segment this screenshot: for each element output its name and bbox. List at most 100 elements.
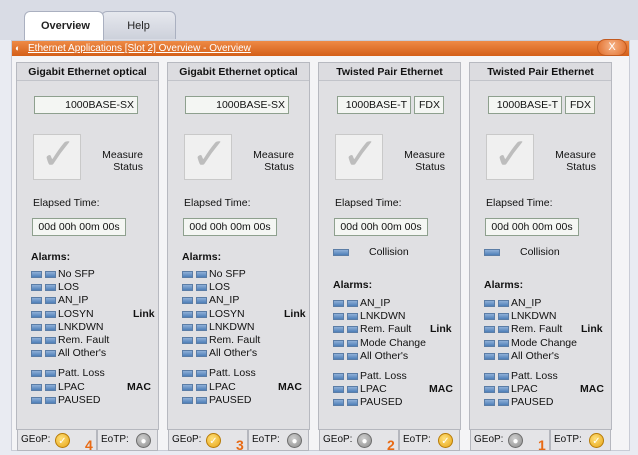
alarm-led (347, 386, 358, 394)
mode-field: 1000BASE-SX (34, 96, 138, 114)
alarm-led (333, 313, 344, 321)
duplex-field: FDX (414, 96, 444, 114)
checkmark-icon: ✓ (191, 130, 228, 179)
close-button[interactable]: X (597, 39, 627, 56)
eotp-box: EoTP: ● (97, 429, 158, 451)
alarm-led (484, 339, 495, 347)
alarm-led (333, 373, 344, 380)
column-header: Gigabit Ethernet optical (168, 63, 309, 81)
tab-help[interactable]: Help (101, 11, 176, 39)
alarm-led (498, 313, 509, 321)
slot-number: 3 (236, 437, 244, 453)
geop-label: GEoP: (21, 434, 51, 445)
eotp-status-icon[interactable]: ✓ (438, 433, 453, 448)
alarm-led (182, 284, 193, 292)
column-footer: GEoP: ✓ 4 EoTP: ● (17, 429, 158, 453)
measure-status-label: Measure Status (102, 149, 143, 173)
alarm-led (31, 271, 42, 278)
alarm-led (347, 326, 358, 334)
alarm-led (347, 399, 358, 407)
duplex-field: FDX (565, 96, 595, 114)
alarm-led (45, 297, 56, 305)
alarm-led (31, 297, 42, 305)
alarm-label: LNKDWN (511, 310, 557, 323)
alarm-led (333, 326, 344, 334)
alarm-label: LNKDWN (360, 310, 406, 323)
alarms-title: Alarms: (333, 279, 373, 291)
eotp-status-icon[interactable]: ● (136, 433, 151, 448)
mac-group-label: MAC (580, 383, 604, 396)
column-header: Twisted Pair Ethernet (470, 63, 611, 81)
alarm-led (45, 383, 56, 391)
alarm-label: Rem. Fault (360, 323, 412, 336)
alarm-label: LNKDWN (209, 320, 255, 333)
alarm-led (196, 370, 207, 378)
alarm-label: PAUSED (511, 396, 554, 409)
alarm-label: LOS (209, 281, 231, 294)
column-1: Gigabit Ethernet optical 1000BASE-SX ✓ Meas… (16, 62, 159, 453)
alarm-led (196, 310, 207, 318)
alarms-title: Alarms: (182, 251, 222, 263)
alarm-label: Rem. Fault (209, 334, 261, 346)
alarm-led (498, 386, 509, 394)
alarm-led (484, 386, 495, 394)
alarm-label: All Other's (511, 349, 560, 362)
alarm-label: LNKDWN (58, 320, 104, 333)
alarm-label: Mode Change (511, 336, 577, 349)
column-footer: GEoP: ✓ 3 EoTP: ● (168, 429, 309, 453)
alarms-title: Alarms: (484, 279, 524, 291)
tab-overview[interactable]: Overview (24, 11, 104, 40)
column-header: Twisted Pair Ethernet (319, 63, 460, 81)
mode-field: 1000BASE-T (337, 96, 411, 114)
alarm-led (498, 373, 509, 380)
measure-status-icon: ✓ (184, 130, 232, 180)
measure-status-label: Measure Status (555, 149, 596, 173)
measure-status-icon: ✓ (335, 130, 383, 180)
alarm-label: No SFP (209, 268, 246, 280)
alarm-label: PAUSED (360, 396, 403, 409)
alarm-label: All Other's (58, 347, 107, 360)
geop-status-icon[interactable]: ● (508, 433, 523, 448)
alarm-led (31, 284, 42, 292)
eotp-status-icon[interactable]: ✓ (589, 433, 604, 448)
mode-field: 1000BASE-T (488, 96, 562, 114)
window-titlebar: ◐ Ethernet Applications [Slot 2] Overvie… (12, 39, 629, 56)
geop-status-icon[interactable]: ✓ (55, 433, 70, 448)
column-footer: GEoP: ● 2 EoTP: ✓ (319, 429, 460, 453)
alarm-led (45, 350, 56, 358)
alarm-label: No SFP (58, 268, 95, 280)
alarm-label: PAUSED (58, 393, 101, 406)
link-group-label: Link (430, 323, 452, 336)
column-header: Gigabit Ethernet optical (17, 63, 158, 81)
link-group-label: Link (581, 323, 603, 336)
alarm-led (45, 271, 56, 278)
alarm-led (498, 326, 509, 334)
elapsed-time-label: Elapsed Time: (184, 197, 251, 209)
alarm-led (182, 350, 193, 358)
slot-number: 1 (538, 437, 546, 453)
link-group-label: Link (133, 307, 155, 320)
alarm-led (31, 310, 42, 318)
eotp-box: EoTP: ● (248, 429, 309, 451)
alarm-led (31, 383, 42, 391)
geop-status-icon[interactable]: ● (357, 433, 372, 448)
alarm-led (182, 383, 193, 391)
mac-group-label: MAC (278, 380, 302, 393)
alarm-label: AN_IP (511, 297, 542, 309)
alarm-led (196, 383, 207, 391)
geop-status-icon[interactable]: ✓ (206, 433, 221, 448)
eotp-status-icon[interactable]: ● (287, 433, 302, 448)
measure-status-label: Measure Status (253, 149, 294, 173)
alarm-led (333, 339, 344, 347)
alarm-led (182, 310, 193, 318)
link-group-label: Link (284, 307, 306, 320)
alarm-led (196, 284, 207, 292)
slot-number: 2 (387, 437, 395, 453)
measure-status-icon: ✓ (33, 130, 81, 180)
alarm-led (333, 399, 344, 407)
mac-group-label: MAC (429, 383, 453, 396)
overview-window: ◐ Ethernet Applications [Slot 2] Overvie… (11, 39, 630, 453)
alarm-led (182, 337, 193, 344)
alarm-led (333, 300, 344, 307)
alarm-led (45, 284, 56, 292)
